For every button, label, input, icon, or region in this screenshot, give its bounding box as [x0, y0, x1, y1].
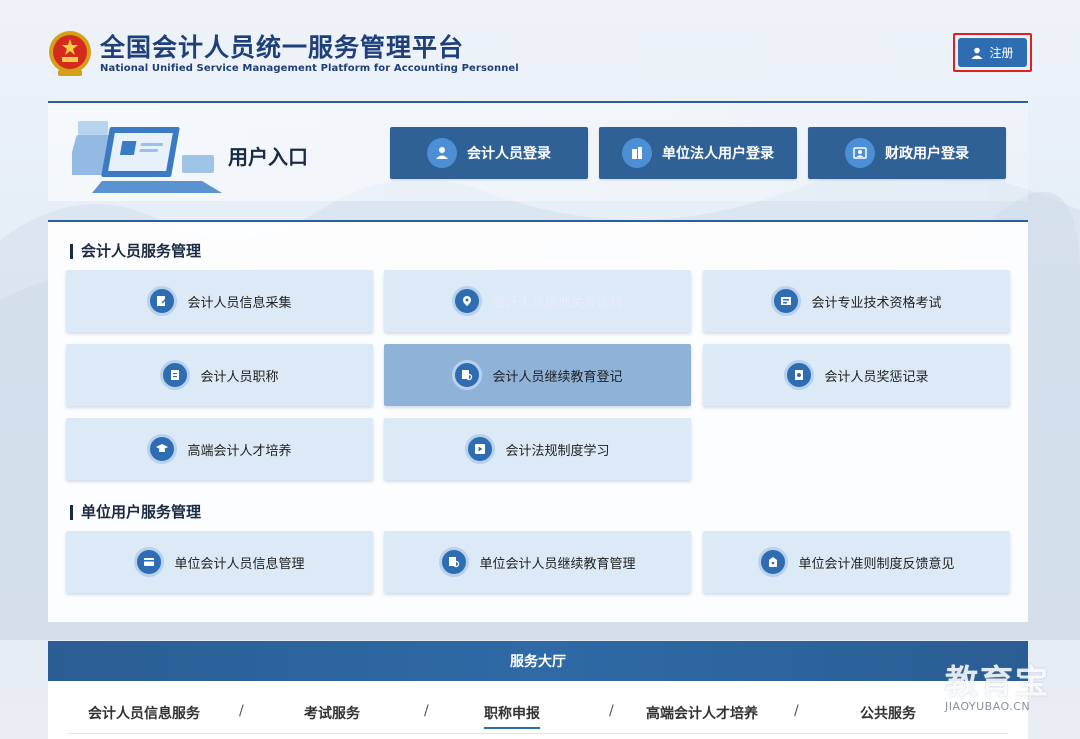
card-info-collection[interactable]: 会计人员信息采集 [66, 270, 373, 332]
user-icon [971, 47, 983, 59]
finance-login-label: 财政用户登录 [885, 146, 969, 162]
tab-talent-cultivation[interactable]: 高端会计人才培养 [646, 703, 758, 723]
card-talent-cultivation[interactable]: 高端会计人才培养 [66, 418, 373, 480]
register-highlight: 注册 [953, 33, 1032, 72]
section-title-unit-services: 单位用户服务管理 [70, 505, 201, 520]
card-label: 会计法规制度学习 [505, 443, 610, 459]
service-hall-tabs: 会计人员信息服务 / 考试服务 / 职称申报 / 高端会计人才培养 / 公共服务 [48, 703, 1028, 733]
national-emblem-icon [49, 31, 91, 76]
services-panel: 会计人员服务管理 会计人员信息采集 会计人员属地关系调转 会计专业技术资格考试 … [48, 220, 1028, 622]
finance-login-button[interactable]: 财政用户登录 [808, 127, 1006, 179]
exam-icon [771, 286, 802, 316]
service-hall-title: 服务大厅 [48, 641, 1028, 681]
document-icon [160, 360, 191, 390]
watermark: 教育宝 JIAOYUBAO.CN [945, 664, 1065, 724]
tab-separator: / [794, 703, 799, 719]
card-label: 会计专业技术资格考试 [811, 295, 942, 311]
card-relation-transfer[interactable]: 会计人员属地关系调转 [384, 270, 691, 332]
card-label: 会计人员职称 [200, 369, 279, 385]
corporate-login-label: 单位法人用户登录 [662, 146, 774, 162]
register-label: 注册 [989, 46, 1014, 60]
card-label: 会计人员信息采集 [187, 295, 292, 311]
tab-title-application[interactable]: 职称申报 [484, 703, 540, 729]
card-continuing-education[interactable]: 会计人员继续教育登记 [384, 344, 691, 406]
card-label: 单位会计人员继续教育管理 [479, 556, 636, 572]
card-professional-title[interactable]: 会计人员职称 [66, 344, 373, 406]
watermark-text: 教育宝 [945, 662, 1050, 701]
card-unit-education-management[interactable]: 单位会计人员继续教育管理 [384, 531, 691, 593]
user-icon [427, 138, 457, 168]
accountant-login-label: 会计人员登录 [467, 146, 551, 162]
tab-public-service[interactable]: 公共服务 [860, 703, 916, 723]
graduation-cap-icon [147, 434, 178, 464]
card-label: 单位会计人员信息管理 [174, 556, 305, 572]
record-icon [784, 360, 815, 390]
id-card-icon [845, 138, 875, 168]
card-label: 会计人员奖惩记录 [824, 369, 929, 385]
card-qualification-exam[interactable]: 会计专业技术资格考试 [703, 270, 1010, 332]
card-reward-punishment[interactable]: 会计人员奖惩记录 [703, 344, 1010, 406]
section-title-accountant-services: 会计人员服务管理 [70, 244, 201, 259]
card-regulation-study[interactable]: 会计法规制度学习 [384, 418, 691, 480]
card-unit-info-management[interactable]: 单位会计人员信息管理 [66, 531, 373, 593]
tab-separator: / [424, 703, 429, 719]
tab-accountant-info-service[interactable]: 会计人员信息服务 [88, 703, 200, 723]
tab-separator: / [609, 703, 614, 719]
card-label: 单位会计准则制度反馈意见 [798, 556, 955, 572]
register-button[interactable]: 注册 [958, 38, 1027, 67]
search-document-icon [439, 547, 470, 577]
card-label: 高端会计人才培养 [187, 443, 292, 459]
location-icon [452, 286, 483, 316]
user-entry-title: 用户入口 [228, 145, 308, 169]
watermark-url: JIAOYUBAO.CN [945, 700, 1031, 713]
accountant-login-button[interactable]: 会计人员登录 [390, 127, 588, 179]
site-title: 全国会计人员统一服务管理平台 [100, 33, 465, 62]
site-header: 全国会计人员统一服务管理平台 National Unified Service … [48, 28, 519, 80]
tab-underline [68, 733, 1008, 734]
feedback-icon [758, 547, 789, 577]
login-illustration-icon [72, 121, 222, 193]
search-document-icon [452, 360, 483, 390]
edit-form-icon [147, 286, 178, 316]
corporate-login-button[interactable]: 单位法人用户登录 [599, 127, 797, 179]
card-label: 会计人员继续教育登记 [492, 369, 623, 385]
building-icon [622, 138, 652, 168]
user-entry-panel: 用户入口 会计人员登录 单位法人用户登录 财政用户登录 [48, 101, 1028, 201]
card-icon [134, 547, 165, 577]
card-standards-feedback[interactable]: 单位会计准则制度反馈意见 [703, 531, 1010, 593]
tab-exam-service[interactable]: 考试服务 [304, 703, 360, 723]
service-hall: 服务大厅 会计人员信息服务 / 考试服务 / 职称申报 / 高端会计人才培养 /… [48, 641, 1028, 739]
play-icon [465, 434, 496, 464]
tab-separator: / [239, 703, 244, 719]
site-subtitle: National Unified Service Management Plat… [100, 63, 519, 74]
card-label: 会计人员属地关系调转 [492, 295, 623, 311]
